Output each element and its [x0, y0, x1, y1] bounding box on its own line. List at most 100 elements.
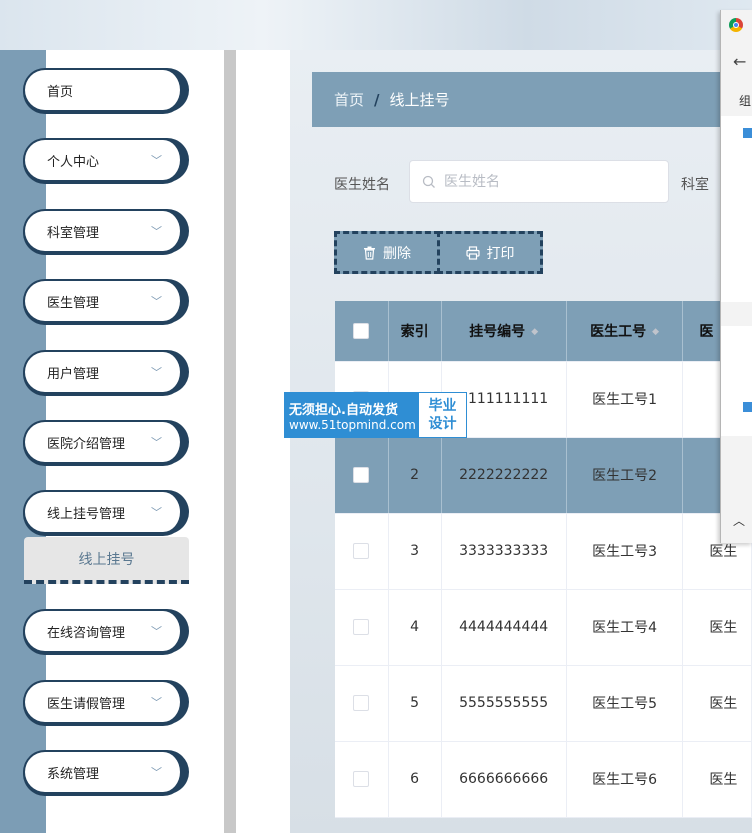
popup-pane [721, 326, 752, 436]
doctor-name-input[interactable] [442, 172, 646, 191]
chevron-up-icon[interactable]: ︿ [733, 512, 745, 529]
row-doctor-id: 医生工号3 [566, 513, 684, 590]
chevron-down-icon: ﹀ [151, 436, 162, 449]
search-icon [422, 175, 435, 188]
row-doctor-id: 医生工号4 [566, 589, 684, 666]
row-index: 4 [388, 589, 442, 666]
table-header-row: 索引 挂号编号 ◆ 医生工号 ◆ 医 [335, 301, 752, 362]
table-row[interactable]: 2 2222222222 医生工号2 [335, 437, 752, 514]
row-checkbox[interactable] [353, 543, 370, 559]
chevron-down-icon: ﹀ [151, 295, 162, 308]
column-header-number[interactable]: 挂号编号 ◆ [441, 301, 567, 362]
chevron-down-icon: ﹀ [151, 506, 162, 519]
back-arrow-icon[interactable]: ← [733, 52, 746, 71]
row-checkbox[interactable] [353, 771, 370, 787]
sidebar-divider[interactable] [224, 50, 236, 833]
sidebar-item-home[interactable]: 首页 [23, 68, 185, 112]
row-checkbox[interactable] [353, 467, 370, 483]
computer-icon [743, 128, 752, 138]
table-row[interactable]: 6 6666666666 医生工号6 医生 [335, 741, 752, 818]
sidebar-item-user[interactable]: 用户管理 ﹀ [23, 350, 185, 394]
sidebar-item-label: 线上挂号管理 [47, 506, 126, 522]
row-doctor-id: 医生工号1 [566, 361, 684, 438]
computer-icon [743, 402, 752, 412]
main-gutter [236, 50, 290, 833]
submenu-item-online-registration[interactable]: 线上挂号 [24, 537, 189, 584]
sidebar-item-department[interactable]: 科室管理 ﹀ [23, 209, 185, 253]
sidebar-item-label: 个人中心 [47, 154, 100, 170]
breadcrumb-current: 线上挂号 [389, 91, 450, 109]
sidebar-item-label: 科室管理 [47, 225, 100, 241]
doctor-name-search-box[interactable] [409, 160, 669, 203]
sidebar-item-label: 医院介绍管理 [47, 436, 126, 452]
select-all-cell [335, 301, 389, 362]
browser-popup-window[interactable]: ← 组 ︿ [720, 10, 752, 543]
table-row[interactable]: 5 5555555555 医生工号5 医生 [335, 665, 752, 742]
breadcrumb-separator: / [374, 90, 380, 109]
printer-icon [465, 245, 480, 260]
row-checkbox-cell [335, 741, 389, 818]
row-doctor: 医生 [682, 589, 752, 666]
registration-table: 索引 挂号编号◆ 医生工号◆ 医 1 1111111111 医生工号1 2 22… [335, 301, 752, 818]
row-index: 2 [388, 437, 442, 514]
table-row[interactable]: 4 4444444444 医生工号4 医生 [335, 589, 752, 666]
watermark-line2: www.51topmind.com [289, 417, 416, 432]
delete-button[interactable]: 删除 [334, 231, 440, 274]
row-checkbox[interactable] [353, 619, 370, 635]
watermark-badge: 毕业 设计 [418, 392, 467, 438]
row-doctor-id: 医生工号6 [566, 741, 684, 818]
chevron-down-icon: ﹀ [151, 366, 162, 379]
row-doctor: 医生 [682, 741, 752, 818]
sidebar-item-label: 医生管理 [47, 295, 100, 311]
row-index: 5 [388, 665, 442, 742]
select-all-checkbox[interactable] [353, 322, 370, 339]
print-button[interactable]: 打印 [437, 231, 543, 274]
row-checkbox-cell [335, 513, 389, 590]
sidebar-item-system[interactable]: 系统管理 ﹀ [23, 750, 185, 794]
row-checkbox-cell [335, 437, 389, 514]
watermark-banner[interactable]: 无须担心.自动发货 www.51topmind.com 毕业 设计 [284, 392, 467, 438]
sidebar-item-doctor[interactable]: 医生管理 ﹀ [23, 279, 185, 323]
chevron-down-icon: ﹀ [151, 625, 162, 638]
print-button-label: 打印 [486, 245, 515, 262]
watermark-line1: 无须担心.自动发货 [289, 402, 398, 418]
chevron-down-icon: ﹀ [151, 225, 162, 238]
row-number: 5555555555 [441, 665, 567, 742]
column-header-index: 索引 [388, 301, 442, 362]
top-bar [0, 0, 752, 50]
doctor-name-label: 医生姓名 [334, 177, 390, 193]
trash-icon [364, 246, 375, 260]
column-header-doctor-id[interactable]: 医生工号 ◆ [566, 301, 684, 362]
row-number: 2222222222 [441, 437, 567, 514]
popup-pane [721, 116, 752, 302]
popup-org-label[interactable]: 组 [739, 92, 751, 109]
sidebar-item-doctor-leave[interactable]: 医生请假管理 ﹀ [23, 680, 185, 724]
row-checkbox-cell [335, 589, 389, 666]
sidebar-item-registration[interactable]: 线上挂号管理 ﹀ [23, 490, 185, 534]
sidebar-item-label: 系统管理 [47, 766, 100, 782]
row-doctor-id: 医生工号2 [566, 437, 684, 514]
row-checkbox-cell [335, 665, 389, 742]
row-number: 3333333333 [441, 513, 567, 590]
watermark-badge-line2: 设计 [428, 416, 457, 432]
sidebar-item-label: 用户管理 [47, 366, 100, 382]
chrome-icon [729, 18, 743, 32]
column-header-label: 挂号编号 [469, 323, 526, 340]
row-checkbox[interactable] [353, 695, 370, 711]
table-row[interactable]: 3 3333333333 医生工号3 医生 [335, 513, 752, 590]
row-number: 4444444444 [441, 589, 567, 666]
sidebar-item-consultation[interactable]: 在线咨询管理 ﹀ [23, 609, 185, 653]
sidebar-item-label: 在线咨询管理 [47, 625, 126, 641]
row-index: 6 [388, 741, 442, 818]
column-header-label: 医生工号 [590, 323, 647, 340]
chevron-down-icon: ﹀ [151, 154, 162, 167]
sort-icon[interactable]: ◆ [652, 327, 659, 337]
breadcrumb-home[interactable]: 首页 [334, 89, 364, 110]
sort-icon[interactable]: ◆ [531, 327, 538, 337]
row-index: 3 [388, 513, 442, 590]
sidebar-item-hospital-intro[interactable]: 医院介绍管理 ﹀ [23, 420, 185, 464]
sidebar-item-label: 医生请假管理 [47, 696, 126, 712]
department-label: 科室 [681, 177, 709, 193]
chevron-down-icon: ﹀ [151, 766, 162, 779]
sidebar-item-personal-center[interactable]: 个人中心 ﹀ [23, 138, 185, 182]
